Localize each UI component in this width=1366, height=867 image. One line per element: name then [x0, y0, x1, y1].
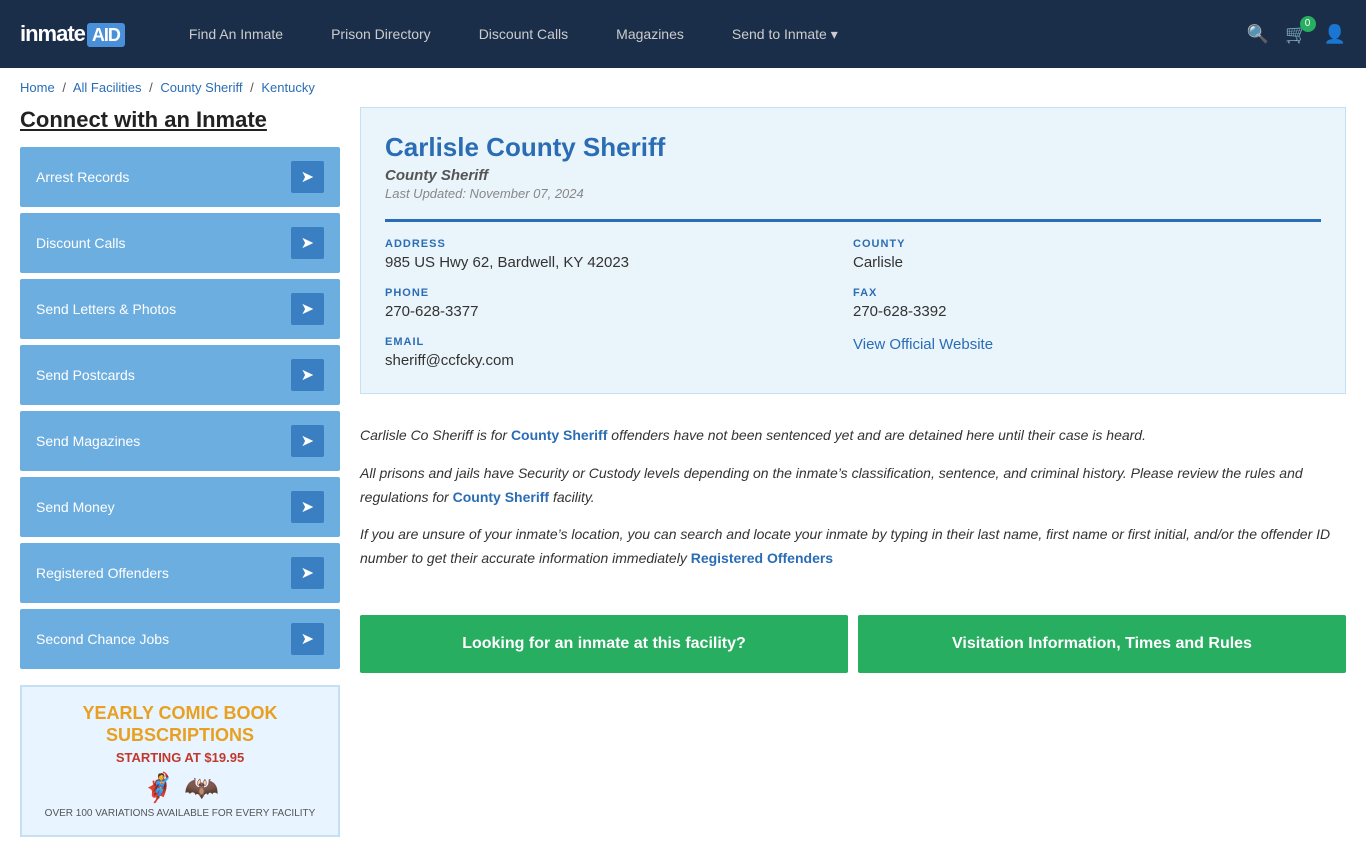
description-para2: All prisons and jails have Security or C…	[360, 462, 1346, 510]
logo[interactable]: inmateAID	[20, 21, 125, 47]
description-para3: If you are unsure of your inmate’s locat…	[360, 523, 1346, 571]
sidebar-item-send-postcards[interactable]: Send Postcards ➤	[20, 345, 340, 405]
arrow-icon: ➤	[291, 227, 324, 259]
fax-block: FAX 270-628-3392	[853, 287, 1321, 320]
phone-block: PHONE 270-628-3377	[385, 287, 853, 320]
sidebar-item-registered-offenders[interactable]: Registered Offenders ➤	[20, 543, 340, 603]
arrow-icon: ➤	[291, 623, 324, 655]
website-link[interactable]: View Official Website	[853, 336, 993, 353]
facility-card: Carlisle County Sheriff County Sheriff L…	[360, 107, 1346, 394]
email-block: EMAIL sheriff@ccfcky.com	[385, 336, 853, 369]
facility-description: Carlisle Co Sheriff is for County Sherif…	[360, 414, 1346, 595]
county-sheriff-link-1[interactable]: County Sheriff	[511, 427, 607, 443]
arrow-icon: ➤	[291, 359, 324, 391]
breadcrumb-county-sheriff[interactable]: County Sheriff	[160, 80, 242, 95]
cart-badge: 0	[1300, 16, 1316, 32]
user-icon[interactable]: 👤	[1324, 24, 1346, 45]
sidebar-item-second-chance-jobs[interactable]: Second Chance Jobs ➤	[20, 609, 340, 669]
nav-discount-calls[interactable]: Discount Calls	[455, 0, 592, 68]
breadcrumb: Home / All Facilities / County Sheriff /…	[0, 68, 1366, 107]
address-block: ADDRESS 985 US Hwy 62, Bardwell, KY 4202…	[385, 238, 853, 271]
county-value: Carlisle	[853, 254, 1301, 271]
county-label: COUNTY	[853, 238, 1301, 250]
email-value: sheriff@ccfcky.com	[385, 352, 833, 369]
county-block: COUNTY Carlisle	[853, 238, 1321, 271]
logo-aid-badge: AID	[87, 23, 125, 47]
main-nav: Find An Inmate Prison Directory Discount…	[165, 0, 1247, 68]
county-sheriff-link-2[interactable]: County Sheriff	[453, 489, 549, 505]
address-value: 985 US Hwy 62, Bardwell, KY 42023	[385, 254, 833, 271]
phone-value: 270-628-3377	[385, 303, 833, 320]
main-content: Carlisle County Sheriff County Sheriff L…	[360, 107, 1346, 837]
cart-icon[interactable]: 🛒 0	[1285, 24, 1307, 45]
nav-find-inmate[interactable]: Find An Inmate	[165, 0, 307, 68]
main-header: inmateAID Find An Inmate Prison Director…	[0, 0, 1366, 68]
facility-name: Carlisle County Sheriff	[385, 132, 1321, 163]
advertisement-box[interactable]: YEARLY COMIC BOOKSUBSCRIPTIONS STARTING …	[20, 685, 340, 837]
nav-magazines[interactable]: Magazines	[592, 0, 708, 68]
nav-send-to-inmate[interactable]: Send to Inmate ▾	[708, 0, 862, 68]
logo-inmate-text: inmateAID	[20, 21, 125, 47]
fax-value: 270-628-3392	[853, 303, 1301, 320]
sidebar: Connect with an Inmate Arrest Records ➤ …	[20, 107, 340, 837]
visitation-button[interactable]: Visitation Information, Times and Rules	[858, 615, 1346, 673]
arrow-icon: ➤	[291, 161, 324, 193]
arrow-icon: ➤	[291, 293, 324, 325]
description-para1: Carlisle Co Sheriff is for County Sherif…	[360, 424, 1346, 448]
search-icon[interactable]: 🔍	[1247, 24, 1269, 45]
breadcrumb-all-facilities[interactable]: All Facilities	[73, 80, 142, 95]
website-block: View Official Website	[853, 336, 1321, 369]
arrow-icon: ➤	[291, 425, 324, 457]
sidebar-title: Connect with an Inmate	[20, 107, 340, 133]
ad-small-text: OVER 100 VARIATIONS AVAILABLE FOR EVERY …	[45, 808, 316, 819]
nav-prison-directory[interactable]: Prison Directory	[307, 0, 455, 68]
sidebar-item-send-letters[interactable]: Send Letters & Photos ➤	[20, 279, 340, 339]
bottom-buttons: Looking for an inmate at this facility? …	[360, 615, 1346, 673]
header-icons: 🔍 🛒 0 👤	[1247, 24, 1346, 45]
sidebar-item-send-magazines[interactable]: Send Magazines ➤	[20, 411, 340, 471]
breadcrumb-home[interactable]: Home	[20, 80, 55, 95]
breadcrumb-state[interactable]: Kentucky	[261, 80, 314, 95]
sidebar-item-discount-calls[interactable]: Discount Calls ➤	[20, 213, 340, 273]
sidebar-item-send-money[interactable]: Send Money ➤	[20, 477, 340, 537]
fax-label: FAX	[853, 287, 1301, 299]
email-label: EMAIL	[385, 336, 833, 348]
address-label: ADDRESS	[385, 238, 833, 250]
main-container: Connect with an Inmate Arrest Records ➤ …	[0, 107, 1366, 867]
sidebar-item-arrest-records[interactable]: Arrest Records ➤	[20, 147, 340, 207]
registered-offenders-link[interactable]: Registered Offenders	[691, 550, 833, 566]
ad-title: YEARLY COMIC BOOKSUBSCRIPTIONS	[82, 703, 277, 746]
ad-subtitle: STARTING AT $19.95	[116, 750, 244, 765]
phone-label: PHONE	[385, 287, 833, 299]
find-inmate-button[interactable]: Looking for an inmate at this facility?	[360, 615, 848, 673]
facility-type: County Sheriff	[385, 167, 1321, 184]
facility-details-grid: ADDRESS 985 US Hwy 62, Bardwell, KY 4202…	[385, 219, 1321, 369]
ad-heroes: 🦸🦇	[141, 771, 219, 804]
facility-last-updated: Last Updated: November 07, 2024	[385, 186, 1321, 201]
arrow-icon: ➤	[291, 557, 324, 589]
arrow-icon: ➤	[291, 491, 324, 523]
